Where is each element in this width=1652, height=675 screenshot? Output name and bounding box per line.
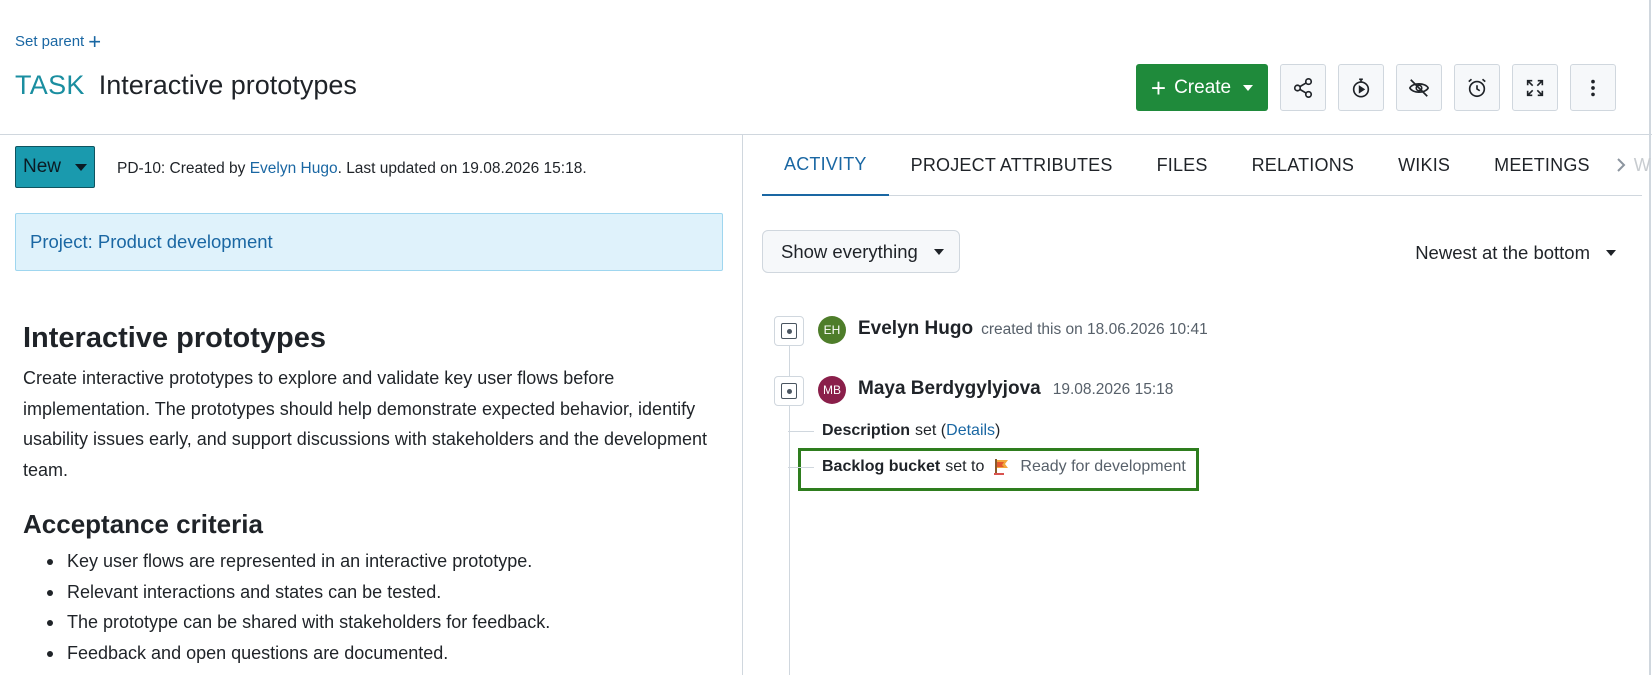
plus-icon: + xyxy=(1150,72,1167,103)
tab-relations[interactable]: RELATIONS xyxy=(1230,135,1377,196)
sort-label: Newest at the bottom xyxy=(1415,242,1590,263)
detail-text: set to xyxy=(945,458,985,475)
toggle-icon xyxy=(781,383,797,399)
author-link[interactable]: Evelyn Hugo xyxy=(250,160,338,177)
detail-field: Description xyxy=(822,422,911,439)
activity-text: created this on 18.06.2026 10:41 xyxy=(981,321,1208,338)
detail-text: set ( xyxy=(915,422,947,439)
description-body: Create interactive prototypes to explore… xyxy=(23,368,708,480)
eye-off-icon xyxy=(1408,78,1430,97)
fullscreen-button[interactable] xyxy=(1512,64,1558,111)
activity-sort-select[interactable]: Newest at the bottom xyxy=(1415,242,1616,264)
caret-down-icon xyxy=(933,248,944,255)
avatar-initials: MB xyxy=(823,383,841,397)
acceptance-criteria-list: Key user flows are represented in an int… xyxy=(47,546,723,668)
list-item: The prototype can be shared with stakeho… xyxy=(47,607,723,638)
work-package-subject[interactable]: Interactive prototypes xyxy=(99,70,357,101)
set-parent-label: Set parent xyxy=(15,33,85,50)
acceptance-criteria-heading: Acceptance criteria xyxy=(23,509,263,539)
project-label: Project: Product development xyxy=(30,231,273,252)
activity-timestamp: 19.08.2026 15:18 xyxy=(1052,381,1174,398)
list-item: Relevant interactions and states can be … xyxy=(47,577,723,608)
tab-activity[interactable]: ACTIVITY xyxy=(762,135,889,196)
unwatch-button[interactable] xyxy=(1396,64,1442,111)
activity-toggle[interactable] xyxy=(774,376,804,406)
filter-label: Show everything xyxy=(781,240,918,262)
connector-line xyxy=(788,431,814,432)
kebab-menu-icon xyxy=(1591,79,1595,96)
avatar[interactable]: EH xyxy=(818,316,846,344)
details-link[interactable]: Details xyxy=(946,422,995,440)
activity-entry-header: Maya Berdygylyjova 19.08.2026 15:18 xyxy=(858,378,1173,400)
expand-icon xyxy=(1526,79,1544,96)
meta-info: PD-10: Created by Evelyn Hugo. Last upda… xyxy=(117,160,587,178)
caret-down-icon xyxy=(1606,250,1616,256)
reminder-button[interactable] xyxy=(1454,64,1500,111)
toolbar: + Create xyxy=(1136,64,1616,111)
share-button[interactable] xyxy=(1280,64,1326,111)
more-actions-button[interactable] xyxy=(1570,64,1616,111)
activity-toggle[interactable] xyxy=(774,316,804,346)
list-item: Key user flows are represented in an int… xyxy=(47,546,723,577)
avatar[interactable]: MB xyxy=(818,376,846,404)
caret-down-icon xyxy=(75,163,87,171)
scrollbar-edge xyxy=(1649,0,1651,675)
detail-close: ) xyxy=(995,422,1001,439)
tab-project-attributes[interactable]: PROJECT ATTRIBUTES xyxy=(889,135,1135,196)
plus-icon: + xyxy=(88,28,102,54)
activity-user[interactable]: Maya Berdygylyjova xyxy=(858,378,1041,400)
activity-detail-bucket: Backlog bucket set to Ready for developm… xyxy=(788,458,1186,476)
list-item: Feedback and open questions are document… xyxy=(47,638,723,669)
meta-prefix: PD-10: Created by xyxy=(117,160,250,177)
create-button[interactable]: + Create xyxy=(1136,64,1268,111)
chevron-right-icon[interactable] xyxy=(1614,158,1628,172)
activity-filter-select[interactable]: Show everything xyxy=(762,230,960,273)
activity-user[interactable]: Evelyn Hugo xyxy=(858,318,973,340)
connector-line xyxy=(788,467,814,468)
status-button[interactable]: New xyxy=(15,146,95,188)
activity-entry-header: Evelyn Hugo created this on 18.06.2026 1… xyxy=(858,318,1208,340)
caret-down-icon xyxy=(1243,84,1254,91)
description[interactable]: Interactive prototypes Create interactiv… xyxy=(23,322,723,668)
set-parent-link[interactable]: Set parent + xyxy=(15,28,102,54)
title-row: TASK Interactive prototypes xyxy=(15,70,357,101)
flag-icon xyxy=(994,459,1009,475)
create-button-label: Create xyxy=(1174,76,1232,98)
tab-meetings[interactable]: MEETINGS xyxy=(1472,135,1612,196)
project-field[interactable]: Project: Product development xyxy=(15,213,723,271)
pane-divider[interactable] xyxy=(742,134,743,675)
share-icon xyxy=(1293,77,1313,98)
work-package-type[interactable]: TASK xyxy=(15,70,85,101)
detail-field: Backlog bucket xyxy=(822,458,941,475)
toggle-icon xyxy=(781,323,797,339)
bucket-value: Ready for development xyxy=(1020,458,1186,475)
alarm-clock-icon xyxy=(1468,78,1486,97)
stopwatch-icon xyxy=(1352,77,1370,98)
description-title: Interactive prototypes xyxy=(23,322,326,354)
tab-wikis[interactable]: WIKIS xyxy=(1376,135,1472,196)
avatar-initials: EH xyxy=(823,323,841,337)
tab-files[interactable]: FILES xyxy=(1135,135,1230,196)
start-timer-button[interactable] xyxy=(1338,64,1384,111)
status-label: New xyxy=(22,156,61,177)
meta-suffix: . Last updated on 19.08.2026 15:18. xyxy=(337,160,587,177)
activity-detail-description: Description set ( Details ) xyxy=(788,422,1001,440)
tab-bar: ACTIVITY PROJECT ATTRIBUTES FILES RELATI… xyxy=(762,135,1651,196)
